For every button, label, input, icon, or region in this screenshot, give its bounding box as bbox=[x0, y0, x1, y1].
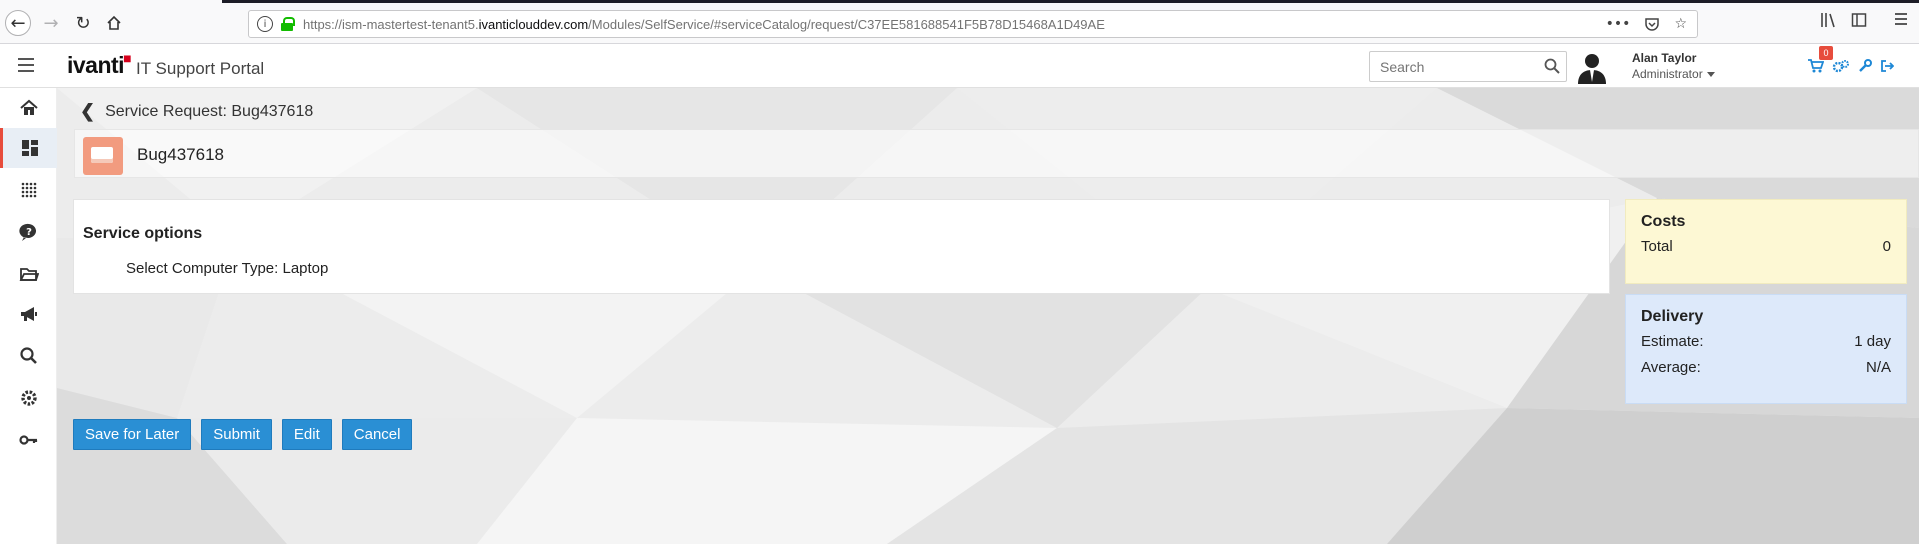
sidebar-item-settings[interactable] bbox=[0, 378, 57, 418]
user-name[interactable]: Alan Taylor bbox=[1632, 51, 1696, 65]
wrench-icon[interactable] bbox=[1858, 59, 1872, 77]
back-chevron-icon[interactable]: ❮ bbox=[80, 101, 95, 122]
forward-icon[interactable]: → bbox=[38, 10, 64, 36]
portal-title: IT Support Portal bbox=[136, 59, 265, 78]
page-title: Bug437618 bbox=[137, 145, 224, 164]
global-search[interactable] bbox=[1369, 51, 1567, 82]
dashboard-icon bbox=[22, 140, 38, 156]
main-menu-icon[interactable] bbox=[18, 58, 34, 72]
costs-heading: Costs bbox=[1641, 213, 1686, 230]
sidebar-item-home[interactable] bbox=[0, 88, 57, 128]
user-avatar[interactable] bbox=[1575, 52, 1609, 84]
cancel-button[interactable]: Cancel bbox=[341, 419, 413, 450]
browser-toolbar: ← → ↻ i https://ism-mastertest-tenant5.i… bbox=[0, 0, 1919, 44]
announcement-icon bbox=[20, 307, 37, 321]
average-label: Average: bbox=[1641, 359, 1701, 376]
library-icon[interactable] bbox=[1820, 12, 1838, 28]
reload-icon[interactable]: ↻ bbox=[70, 10, 96, 36]
service-catalog-icon bbox=[21, 182, 36, 198]
request-title-panel: Bug437618 bbox=[74, 129, 1919, 178]
average-value: N/A bbox=[1865, 359, 1891, 376]
browser-tab-strip-edge bbox=[222, 0, 1919, 3]
search-input[interactable] bbox=[1380, 58, 1530, 75]
estimate-label: Estimate: bbox=[1641, 333, 1704, 350]
folder-icon bbox=[19, 268, 39, 281]
page-actions-icon[interactable]: ••• bbox=[1606, 16, 1631, 36]
cart-count-badge: 0 bbox=[1819, 46, 1833, 60]
breadcrumb-label: Service Request: Bug437618 bbox=[105, 102, 314, 120]
option-row-computer-type: Select Computer Type: Laptop bbox=[126, 260, 328, 277]
sidebar-item-dashboard[interactable] bbox=[0, 128, 57, 168]
main-content: ❮ Service Request: Bug437618 Bug437618 S… bbox=[57, 88, 1919, 544]
service-options-heading: Service options bbox=[83, 225, 203, 242]
settings-icon bbox=[20, 390, 37, 406]
address-bar[interactable]: i https://ism-mastertest-tenant5.ivantic… bbox=[248, 10, 1698, 38]
request-offering-icon bbox=[83, 137, 123, 175]
back-icon[interactable]: ← bbox=[5, 10, 31, 36]
option-value: Laptop bbox=[282, 260, 329, 277]
delivery-estimate-row: Estimate: 1 day bbox=[1641, 333, 1891, 350]
sidebar-item-service-catalog[interactable] bbox=[0, 170, 57, 210]
services-gear-icon[interactable] bbox=[1832, 59, 1850, 77]
sidebar-item-search[interactable] bbox=[0, 336, 57, 376]
save-for-later-button[interactable]: Save for Later bbox=[73, 419, 192, 450]
breadcrumb[interactable]: ❮ Service Request: Bug437618 bbox=[80, 101, 313, 122]
pocket-icon[interactable] bbox=[1644, 16, 1660, 36]
estimate-value: 1 day bbox=[1854, 333, 1891, 350]
costs-panel: Costs Total 0 bbox=[1625, 199, 1907, 284]
bookmark-star-icon[interactable]: ☆ bbox=[1674, 16, 1687, 36]
url-text[interactable]: https://ism-mastertest-tenant5.ivanticlo… bbox=[303, 17, 1105, 32]
sidebar-item-folders[interactable] bbox=[0, 254, 57, 294]
cart-icon[interactable] bbox=[1808, 59, 1825, 77]
secure-lock-icon bbox=[281, 17, 295, 31]
sidebar-item-help[interactable]: ? bbox=[0, 212, 57, 252]
left-nav-sidebar: ? bbox=[0, 88, 57, 544]
costs-total-value: 0 bbox=[1882, 238, 1891, 255]
home-icon bbox=[19, 99, 38, 115]
svg-text:?: ? bbox=[26, 227, 32, 238]
search-icon bbox=[19, 347, 37, 364]
submit-button[interactable]: Submit bbox=[201, 419, 272, 450]
logout-icon[interactable] bbox=[1880, 59, 1895, 77]
service-options-panel: Service options Select Computer Type: La… bbox=[73, 199, 1610, 294]
costs-total-label: Total bbox=[1641, 238, 1673, 255]
chevron-down-icon bbox=[1706, 72, 1715, 78]
browser-menu-icon[interactable] bbox=[1894, 12, 1908, 26]
app-header: ivanti■ IT Support Portal Alan Taylor Ad… bbox=[0, 44, 1919, 88]
action-buttons: Save for Later Submit Edit Cancel bbox=[73, 419, 413, 450]
sidebar-item-keys[interactable] bbox=[0, 420, 57, 460]
search-icon[interactable] bbox=[1544, 58, 1560, 74]
delivery-average-row: Average: N/A bbox=[1641, 359, 1891, 376]
sidebar-item-announcements[interactable] bbox=[0, 294, 57, 334]
costs-total-row: Total 0 bbox=[1641, 238, 1891, 255]
option-label: Select Computer Type: bbox=[126, 260, 279, 277]
edit-button[interactable]: Edit bbox=[281, 419, 332, 450]
sidebar-toggle-icon[interactable] bbox=[1851, 12, 1867, 28]
key-icon bbox=[18, 435, 37, 445]
ivanti-logo[interactable]: ivanti■ bbox=[67, 50, 132, 79]
delivery-heading: Delivery bbox=[1641, 308, 1704, 325]
site-info-icon[interactable]: i bbox=[257, 16, 273, 32]
browser-home-icon[interactable] bbox=[101, 10, 127, 36]
help-icon: ? bbox=[18, 223, 36, 241]
delivery-panel: Delivery Estimate: 1 day Average: N/A bbox=[1625, 294, 1907, 404]
user-role-dropdown[interactable]: Administrator bbox=[1632, 67, 1715, 81]
